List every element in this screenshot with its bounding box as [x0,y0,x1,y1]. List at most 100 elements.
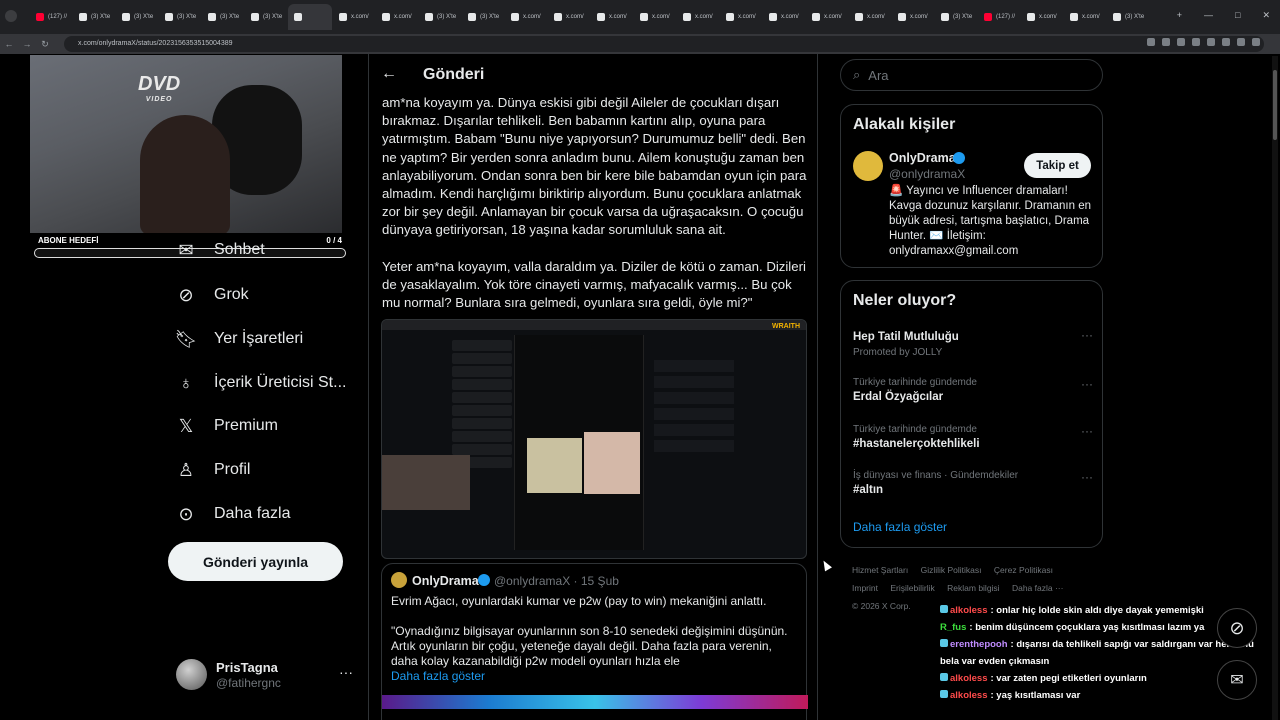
browser-tab[interactable]: x.com/ [892,4,934,30]
browser-tab[interactable]: x.com/ [849,4,891,30]
trend-more-icon[interactable]: ··· [1081,377,1093,391]
browser-tab[interactable]: (3) X'te [1107,4,1149,30]
footer-link[interactable]: Çerez Politikası [994,565,1053,575]
browser-tab[interactable]: (3) X'te [73,4,115,30]
tab-favicon-icon [122,13,130,21]
browser-tab[interactable]: x.com/ [548,4,590,30]
browser-tab[interactable]: (3) X'te [935,4,977,30]
browser-tab[interactable]: (127) // [978,4,1020,30]
more-dots-icon[interactable]: ··· [339,664,353,680]
footer-link[interactable]: Reklam bilgisi [947,583,999,593]
scrollbar[interactable] [1272,56,1278,720]
browser-tab[interactable]: x.com/ [763,4,805,30]
browser-tab[interactable]: x.com/ [505,4,547,30]
quote-media-preview[interactable] [382,695,808,709]
quote-author: OnlyDrama [412,574,479,588]
tab-favicon-icon [208,13,216,21]
media-image-pear [527,438,582,493]
nav-item-grok[interactable]: ⊘ Grok [176,285,248,305]
browser-tab[interactable]: x.com/ [634,4,676,30]
extension-icon[interactable] [1207,38,1215,46]
back-icon[interactable]: ← [0,39,18,49]
account-switcher[interactable]: PrisTagna @fatihergnc ··· [176,656,356,692]
footer-link[interactable]: Daha fazla ··· [1012,583,1064,593]
chat-text: : var zaten pegi etiketleri oyunların [990,673,1147,684]
trend-item[interactable]: Hep Tatil Mutluluğu Promoted by JOLLY ··… [853,328,1093,358]
new-tab-icon[interactable]: + [1177,10,1182,21]
nav-item-premium[interactable]: 𝕏 Premium [176,416,278,436]
who-to-follow-name[interactable]: OnlyDrama [889,151,956,165]
tab-favicon-icon [165,13,173,21]
search-box[interactable]: ⌕ [840,59,1103,91]
grok-icon[interactable]: ⊘ [1217,608,1257,648]
browser-tab[interactable]: x.com/ [720,4,762,30]
footer-link[interactable]: Gizlilik Politikası [921,565,982,575]
footer-link[interactable]: Hizmet Şartları [852,565,908,575]
browser-tab[interactable]: x.com/ [591,4,633,30]
extension-icon[interactable] [1162,38,1170,46]
footer-link[interactable]: Imprint [852,583,878,593]
browser-tab[interactable]: x.com/ [376,4,418,30]
who-to-follow-panel: Alakalı kişiler OnlyDrama @onlydramaX Ta… [840,104,1103,268]
browser-tab[interactable]: x.com/ [333,4,375,30]
extension-icon[interactable] [1192,38,1200,46]
chat-badge-icon [940,673,948,681]
back-arrow-icon[interactable]: ← [381,65,397,83]
mouse-cursor [820,558,832,572]
minimize-icon[interactable]: — [1204,10,1213,21]
trend-item[interactable]: Türkiye tarihinde gündemde Erdal Özyağcı… [853,377,1093,403]
extension-icon[interactable] [1237,38,1245,46]
trend-more-icon[interactable]: ··· [1081,328,1093,342]
browser-tab[interactable]: (3) X'te [202,4,244,30]
reload-icon[interactable]: ↻ [36,39,54,50]
window-controls: + — □ ✕ [1177,10,1270,21]
extension-icon[interactable] [1177,38,1185,46]
post-button[interactable]: Gönderi yayınla [168,542,343,581]
tab-search-button[interactable] [5,10,17,22]
post-media-screenshot[interactable]: WRAITH [381,319,807,559]
footer-link[interactable]: Erişilebilirlik [890,583,934,593]
trends-panel: Neler oluyor? Hep Tatil Mutluluğu Promot… [840,280,1103,548]
nav-item-bookmarks[interactable]: 🔖︎ Yer İşaretleri [175,329,304,349]
browser-tab[interactable]: (3) X'te [245,4,287,30]
forward-icon[interactable]: → [18,39,36,49]
browser-tab[interactable]: x.com/ [677,4,719,30]
browser-tab[interactable]: (127) // [30,4,72,30]
quote-show-more-link[interactable]: Daha fazla göster [391,669,485,683]
browser-tab[interactable]: x.com/ [806,4,848,30]
trend-item[interactable]: Türkiye tarihinde gündemde #hastanelerço… [853,424,1093,450]
browser-tab[interactable]: x.com/ [1064,4,1106,30]
browser-tab[interactable]: (3) X'te [116,4,158,30]
trends-show-more-link[interactable]: Daha fazla göster [853,520,947,534]
scrollbar-thumb[interactable] [1273,70,1277,140]
nav-item-creator-studio[interactable]: ♁ İçerik Üreticisi St... [176,373,346,393]
browser-tab[interactable]: (3) X'te [462,4,504,30]
extension-icon[interactable] [1252,38,1260,46]
browser-tab[interactable]: (3) X'te [419,4,461,30]
trend-item[interactable]: İş dünyası ve finans · Gündemdekiler #al… [853,470,1093,496]
browser-tab[interactable] [288,4,332,30]
trend-more-icon[interactable]: ··· [1081,470,1093,484]
close-window-icon[interactable]: ✕ [1262,10,1270,21]
browser-tab[interactable]: x.com/ [1021,4,1063,30]
nav-item-chat[interactable]: ✉ Sohbet [176,240,264,260]
quote-handle: @onlydramaX · 15 Şub [494,574,619,588]
tab-favicon-icon [812,13,820,21]
trend-more-icon[interactable]: ··· [1081,424,1093,438]
url-field[interactable]: x.com/onlydramaX/status/2023156353515004… [64,36,1264,52]
copyright: © 2026 X Corp. [852,601,911,611]
extension-icon[interactable] [1222,38,1230,46]
quoted-post[interactable]: OnlyDrama @onlydramaX · 15 Şub Evrim Ağa… [381,563,808,720]
nav-item-profile[interactable]: ♙ Profil [176,460,251,480]
trends-title: Neler oluyor? [853,292,957,309]
main-column: ← Gönderi am*na koyayım ya. Dünya eskisi… [368,54,818,720]
who-to-follow-avatar[interactable] [853,151,883,181]
follow-button[interactable]: Takip et [1024,153,1091,178]
extension-icon[interactable] [1147,38,1155,46]
maximize-icon[interactable]: □ [1235,10,1240,21]
nav-item-more[interactable]: ⊙ Daha fazla [176,504,290,524]
tab-favicon-icon [79,13,87,21]
browser-tab[interactable]: (3) X'te [159,4,201,30]
search-input[interactable] [868,67,1069,83]
messages-icon[interactable]: ✉ [1217,660,1257,700]
